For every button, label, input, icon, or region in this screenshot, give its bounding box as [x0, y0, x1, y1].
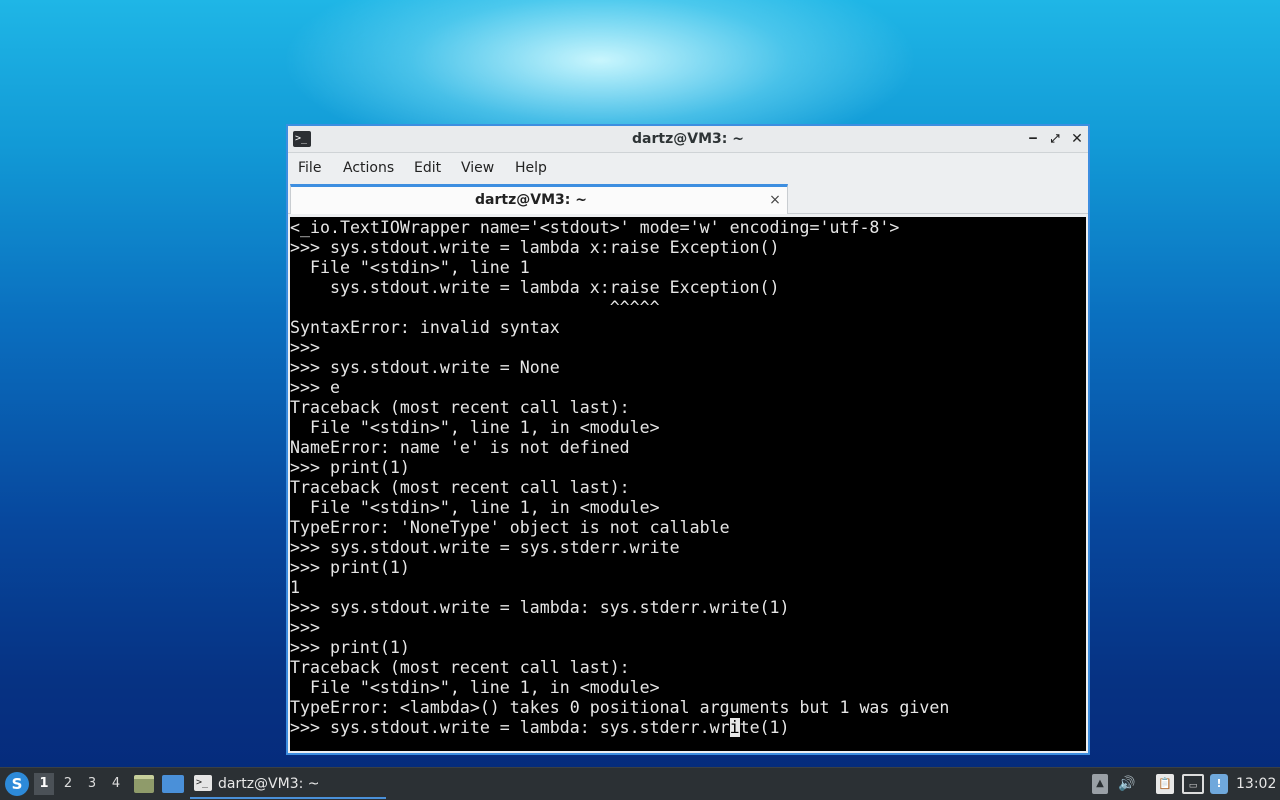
start-menu-icon[interactable]: S	[5, 772, 29, 796]
workspace-2[interactable]: 2	[58, 773, 78, 795]
volume-icon[interactable]: 🔊	[1116, 774, 1138, 794]
terminal-line: File "<stdin>", line 1	[290, 258, 530, 277]
terminal-input-line[interactable]: >>> sys.stdout.write = lambda: sys.stder…	[290, 718, 1086, 738]
terminal-line: >>> sys.stdout.write = lambda x:raise Ex…	[290, 238, 780, 257]
terminal-line: >>> sys.stdout.write = lambda: sys.stder…	[290, 598, 790, 617]
minimize-button[interactable]: ‒	[1024, 130, 1042, 148]
close-button[interactable]: ✕	[1068, 130, 1086, 148]
tab-terminal[interactable]: dartz@VM3: ~ ×	[290, 184, 788, 214]
menu-view[interactable]: View	[461, 154, 494, 182]
window-title: dartz@VM3: ~	[632, 131, 744, 147]
task-terminal[interactable]: >_ dartz@VM3: ~	[190, 769, 386, 799]
terminal-line: sys.stdout.write = lambda x:raise Except…	[290, 278, 780, 297]
update-notifier-icon[interactable]: !	[1210, 774, 1228, 794]
network-icon[interactable]: ▭	[1182, 774, 1204, 794]
clipboard-icon[interactable]: 📋	[1156, 774, 1174, 794]
menu-file[interactable]: File	[298, 154, 321, 182]
input-text: >>> sys.stdout.write = lambda: sys.stder…	[290, 718, 730, 737]
tab-close-icon[interactable]: ×	[767, 191, 783, 209]
terminal-line: File "<stdin>", line 1, in <module>	[290, 418, 660, 437]
workspace-1[interactable]: 1	[34, 773, 54, 795]
taskbar: S 1 2 3 4 >_ dartz@VM3: ~ ▲ 🔊 📋 ▭ ! 13:0…	[0, 767, 1280, 800]
tab-bar: dartz@VM3: ~ ×	[288, 182, 1088, 214]
maximize-button[interactable]: ⤢	[1046, 130, 1064, 148]
terminal-line: >>>	[290, 338, 320, 357]
terminal-line: SyntaxError: invalid syntax	[290, 318, 560, 337]
terminal-line: Traceback (most recent call last):	[290, 398, 630, 417]
terminal-line: <_io.TextIOWrapper name='<stdout>' mode=…	[290, 218, 900, 237]
terminal-output[interactable]: <_io.TextIOWrapper name='<stdout>' mode=…	[290, 217, 1086, 751]
terminal-line: TypeError: 'NoneType' object is not call…	[290, 518, 730, 537]
workspace-3[interactable]: 3	[82, 773, 102, 795]
show-desktop-icon[interactable]	[162, 775, 184, 793]
task-label: dartz@VM3: ~	[218, 776, 320, 792]
terminal-line: >>> sys.stdout.write = sys.stderr.write	[290, 538, 680, 557]
terminal-line: >>> e	[290, 378, 340, 397]
terminal-line: NameError: name 'e' is not defined	[290, 438, 630, 457]
menu-actions[interactable]: Actions	[343, 154, 394, 182]
text-cursor: i	[729, 718, 740, 737]
file-manager-icon[interactable]	[134, 775, 154, 793]
menu-edit[interactable]: Edit	[414, 154, 441, 182]
menu-help[interactable]: Help	[515, 154, 547, 182]
window-titlebar[interactable]: >_ dartz@VM3: ~ ‒ ⤢ ✕	[288, 126, 1088, 153]
terminal-line: >>> print(1)	[290, 558, 410, 577]
terminal-line: Traceback (most recent call last):	[290, 478, 630, 497]
terminal-window: >_ dartz@VM3: ~ ‒ ⤢ ✕ File Actions Edit …	[286, 124, 1090, 755]
terminal-line: Traceback (most recent call last):	[290, 658, 630, 677]
terminal-task-icon: >_	[194, 775, 212, 791]
eject-icon[interactable]: ▲	[1092, 774, 1108, 794]
input-text-after-cursor: te(1)	[739, 718, 790, 737]
menubar: File Actions Edit View Help	[288, 154, 1088, 182]
terminal-line: ^^^^^	[290, 298, 660, 317]
terminal-line: >>> print(1)	[290, 458, 410, 477]
terminal-line: TypeError: <lambda>() takes 0 positional…	[290, 698, 950, 717]
tab-label: dartz@VM3: ~	[475, 192, 587, 208]
workspace-4[interactable]: 4	[106, 773, 126, 795]
terminal-line: 1	[290, 578, 300, 597]
terminal-line: >>>	[290, 618, 320, 637]
terminal-line: >>> sys.stdout.write = None	[290, 358, 560, 377]
terminal-line: File "<stdin>", line 1, in <module>	[290, 498, 660, 517]
terminal-line: File "<stdin>", line 1, in <module>	[290, 678, 660, 697]
clock[interactable]: 13:02	[1236, 768, 1276, 800]
terminal-line: >>> print(1)	[290, 638, 410, 657]
